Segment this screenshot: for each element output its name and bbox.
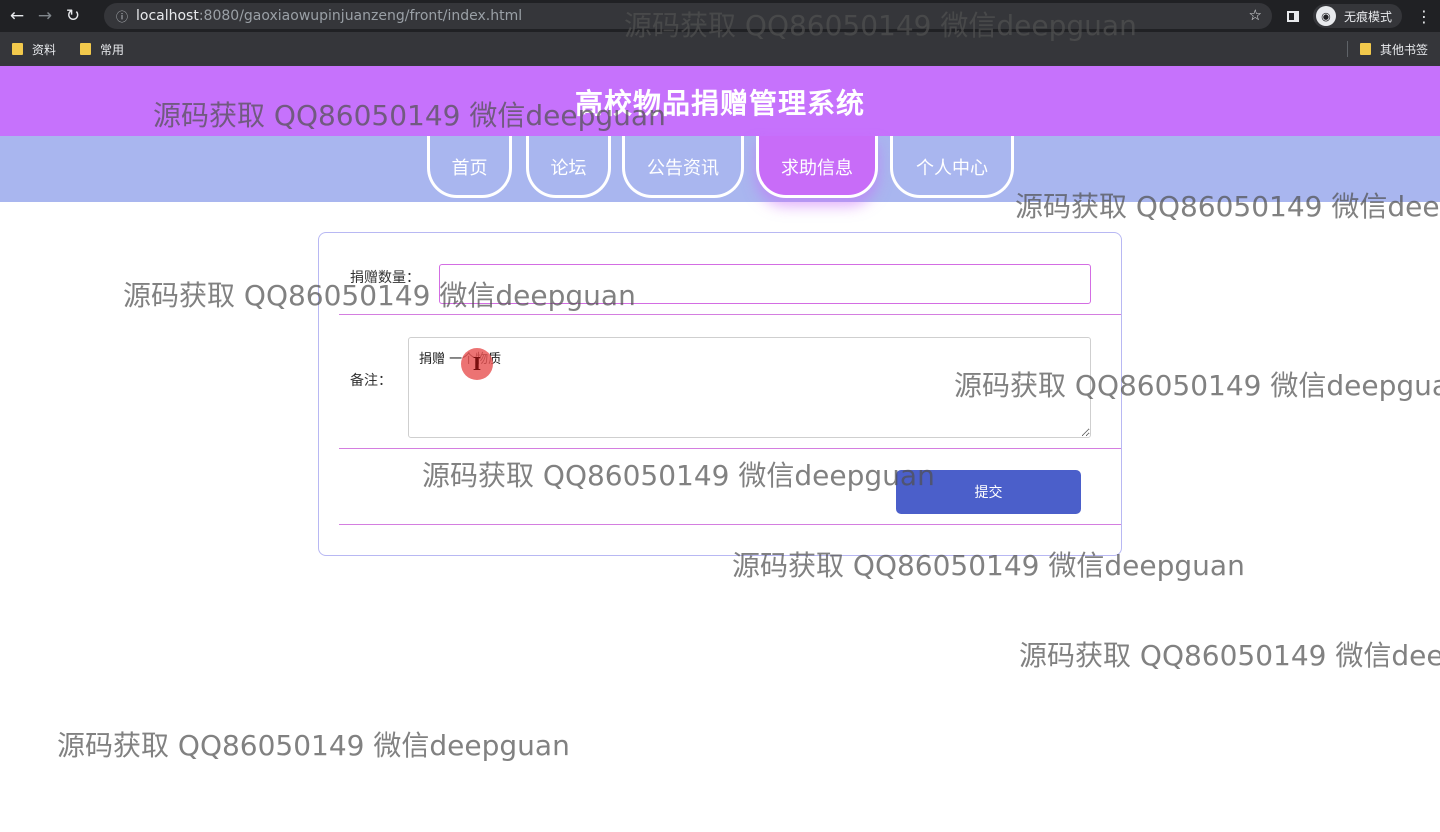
watermark: 源码获取 QQ86050149 微信deepguan: [1019, 639, 1440, 672]
row-divider: [339, 448, 1121, 449]
url-path: :8080/gaoxiaowupinjuanzeng/front/index.h…: [198, 8, 523, 24]
nav-help-info[interactable]: 求助信息: [756, 136, 878, 198]
row-divider: [339, 314, 1121, 315]
donation-form: 捐赠数量： 备注： 捐赠 一个物质 提交: [318, 232, 1122, 556]
nav-personal-center[interactable]: 个人中心: [890, 136, 1014, 198]
nav-forum[interactable]: 论坛: [526, 136, 611, 198]
site-title: 高校物品捐赠管理系统: [574, 87, 865, 120]
bookmark-star-icon[interactable]: ☆: [1249, 6, 1262, 24]
side-panel-icon[interactable]: [1286, 10, 1299, 22]
site-info-icon[interactable]: ⓘ: [116, 8, 136, 25]
bookmarks-bar: 资料 常用 其他书签: [0, 32, 1440, 66]
nav-home[interactable]: 首页: [427, 136, 512, 198]
main-nav: 首页 论坛 公告资讯 求助信息 个人中心: [0, 136, 1440, 202]
bookmark-folder-ziliao[interactable]: 资料: [12, 41, 56, 58]
incognito-icon: ◉: [1315, 6, 1336, 26]
bookmark-separator: [1346, 41, 1348, 57]
folder-icon: [1359, 43, 1371, 55]
folder-icon: [80, 43, 92, 55]
back-icon[interactable]: ←: [6, 5, 28, 27]
site-header: 高校物品捐赠管理系统: [0, 66, 1440, 136]
browser-toolbar: ← → ↻ ⓘ localhost:8080/gaoxiaowupinjuanz…: [0, 0, 1440, 32]
quantity-label: 捐赠数量：: [350, 270, 420, 286]
quantity-input[interactable]: [439, 264, 1091, 304]
watermark: 源码获取 QQ86050149 微信deepguan: [57, 729, 570, 762]
bookmark-folder-changyong[interactable]: 常用: [80, 41, 124, 58]
submit-button[interactable]: 提交: [896, 470, 1081, 514]
address-bar[interactable]: ⓘ localhost:8080/gaoxiaowupinjuanzeng/fr…: [104, 3, 1272, 29]
forward-icon[interactable]: →: [34, 5, 56, 27]
other-bookmarks[interactable]: 其他书签: [1359, 41, 1428, 58]
nav-announcements[interactable]: 公告资讯: [622, 136, 744, 198]
bookmark-label: 其他书签: [1379, 42, 1428, 57]
reload-icon[interactable]: ↻: [62, 5, 84, 27]
url-host: localhost: [136, 8, 199, 24]
browser-menu-icon[interactable]: ⋮: [1414, 7, 1434, 26]
note-label: 备注：: [350, 373, 392, 389]
note-textarea[interactable]: 捐赠 一个物质: [408, 337, 1091, 438]
bookmark-label: 资料: [32, 42, 57, 57]
folder-icon: [12, 43, 23, 55]
incognito-label: 无痕模式: [1343, 9, 1392, 24]
incognito-badge[interactable]: ◉ 无痕模式: [1312, 4, 1402, 28]
row-divider: [339, 524, 1121, 525]
bookmark-label: 常用: [100, 42, 125, 57]
text-cursor-icon: I: [461, 348, 493, 380]
